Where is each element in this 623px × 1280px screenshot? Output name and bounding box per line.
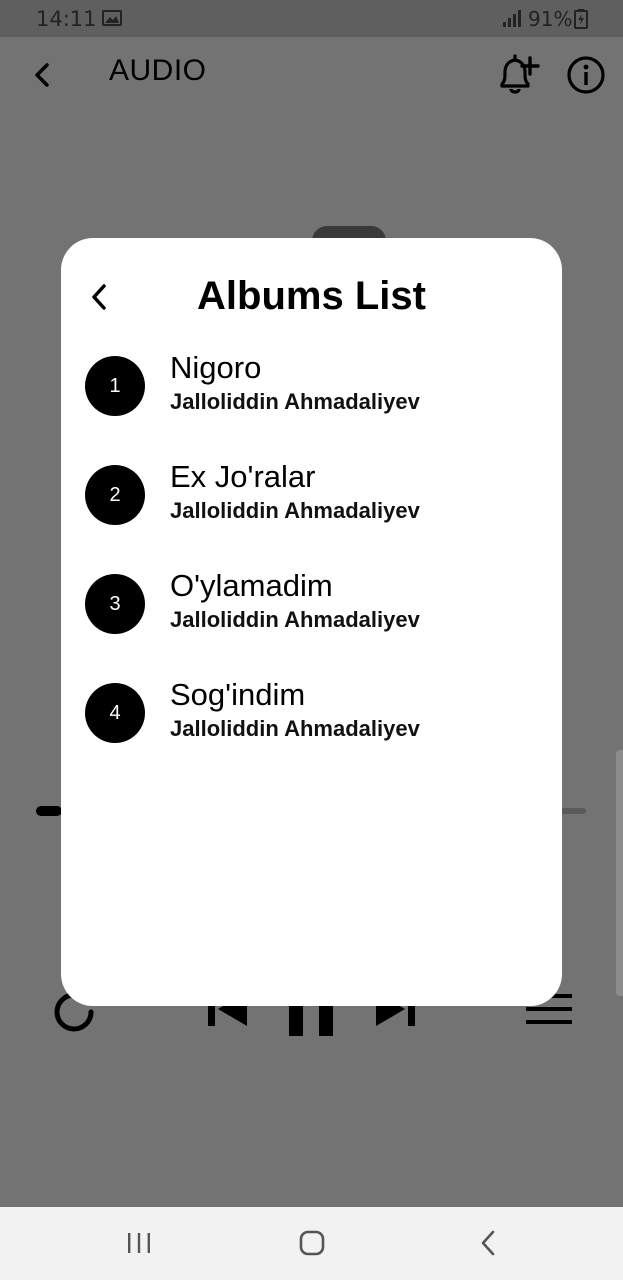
battery-percent: 91% [528,7,573,31]
album-title: Nigoro [170,350,262,385]
album-title: Sog'indim [170,677,306,712]
info-icon[interactable] [566,55,606,95]
status-bar: 14:11 91% [0,0,623,37]
progress-thumb [36,806,62,816]
album-list-item[interactable]: 4 Sog'indim Jalloliddin Ahmadaliyev [85,677,545,753]
recent-apps-icon[interactable] [126,1232,152,1254]
album-list-item[interactable]: 3 O'ylamadim Jalloliddin Ahmadaliyev [85,568,545,644]
system-nav-bar [0,1207,623,1280]
album-artist: Jalloliddin Ahmadaliyev [170,389,420,414]
back-icon[interactable] [479,1229,497,1257]
scroll-handle [616,750,623,996]
album-number-badge: 4 [85,683,145,743]
dialog-title: Albums List [197,274,426,318]
album-artist: Jalloliddin Ahmadaliyev [170,716,420,741]
album-artist: Jalloliddin Ahmadaliyev [170,498,420,523]
album-title: Ex Jo'ralar [170,459,316,494]
albums-list-dialog: Albums List 1 Nigoro Jalloliddin Ahmadal… [61,238,562,1006]
status-time: 14:11 [36,7,97,31]
back-arrow-icon[interactable] [30,60,54,90]
album-artist: Jalloliddin Ahmadaliyev [170,607,420,632]
album-title: O'ylamadim [170,568,333,603]
album-number-badge: 1 [85,356,145,416]
album-list-item[interactable]: 2 Ex Jo'ralar Jalloliddin Ahmadaliyev [85,459,545,535]
album-number-badge: 2 [85,465,145,525]
signal-icon [503,10,521,27]
battery-charging-icon [574,9,588,29]
album-list-item[interactable]: 1 Nigoro Jalloliddin Ahmadaliyev [85,350,545,426]
bell-plus-icon[interactable] [494,54,540,96]
page-title: AUDIO [109,54,207,87]
home-icon[interactable] [299,1230,325,1256]
gallery-notification-icon [102,10,122,26]
album-number-badge: 3 [85,574,145,634]
